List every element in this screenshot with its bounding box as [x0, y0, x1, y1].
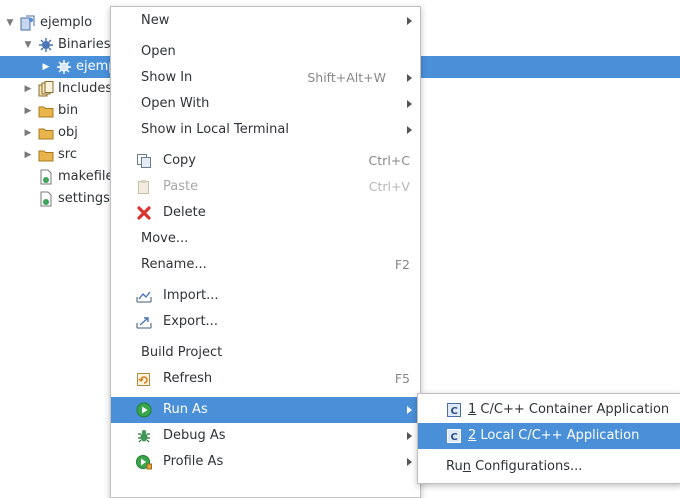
folder-icon: [38, 150, 54, 162]
chevron-right-icon: [407, 100, 412, 108]
menu-item-copy[interactable]: Copy Ctrl+C: [111, 148, 420, 174]
chevron-right-icon: [407, 74, 412, 82]
makefile-icon: [40, 191, 52, 207]
tree-item-label: ejemplo: [40, 15, 93, 30]
binaries-icon: [39, 38, 53, 52]
menu-item-show-in[interactable]: Show In Shift+Alt+W: [111, 65, 420, 91]
tree-item-label: bin: [58, 103, 79, 118]
menu-item-run-as[interactable]: Run As: [111, 397, 420, 423]
project-icon: [20, 15, 35, 31]
chevron-right-icon: [407, 17, 412, 25]
expand-right-icon[interactable]: ▶: [22, 100, 34, 122]
menu-item-open[interactable]: Open: [111, 39, 420, 65]
mnemonic-label: n: [462, 459, 471, 474]
import-icon: [136, 291, 152, 303]
chevron-right-icon: [407, 458, 412, 466]
menu-item-debug-as[interactable]: Debug As: [111, 423, 420, 449]
c-app-icon: C: [447, 429, 461, 443]
expand-right-icon[interactable]: ▶: [40, 56, 52, 78]
context-menu: New Open Show In Shift+Alt+W Open With S…: [110, 6, 421, 498]
refresh-icon: [137, 373, 150, 386]
expand-right-icon[interactable]: ▶: [22, 144, 34, 166]
menu-item-rename[interactable]: Rename... F2: [111, 252, 420, 278]
shortcut-label: Ctrl+C: [368, 153, 410, 168]
menu-item-build-project[interactable]: Build Project: [111, 340, 420, 366]
menu-item-delete[interactable]: Delete: [111, 200, 420, 226]
expand-right-icon[interactable]: ▶: [22, 78, 34, 100]
tree-item-label: Binaries: [58, 37, 111, 52]
export-icon: [136, 317, 152, 329]
submenu-item-run-configurations[interactable]: Run Configurations...: [418, 454, 680, 480]
executable-icon: [57, 60, 71, 74]
menu-item-new[interactable]: New: [111, 8, 420, 34]
menu-item-refresh[interactable]: Refresh F5: [111, 366, 420, 392]
debug-icon: [138, 430, 150, 443]
includes-icon: [38, 81, 54, 97]
svg-text:C: C: [451, 432, 458, 443]
submenu-item-label: Ru: [446, 459, 463, 474]
menu-item-show-in-local-terminal[interactable]: Show in Local Terminal: [111, 117, 420, 143]
shortcut-label: F2: [394, 257, 410, 272]
tree-item-label: Includes: [58, 81, 113, 96]
run-as-submenu: C 1 C/C++ Container Application C 2 Loca…: [417, 393, 680, 484]
chevron-right-icon: [407, 432, 412, 440]
submenu-item-label: Local C/C++ Application: [476, 428, 640, 443]
menu-item-open-with[interactable]: Open With: [111, 91, 420, 117]
tree-item-label: obj: [58, 125, 78, 140]
expand-right-icon[interactable]: ▶: [22, 122, 34, 144]
chevron-right-icon: [407, 126, 412, 134]
folder-icon: [38, 128, 54, 140]
menu-item-export[interactable]: Export...: [111, 309, 420, 335]
menu-item-move[interactable]: Move...: [111, 226, 420, 252]
shortcut-label: F5: [394, 371, 410, 386]
submenu-item-local-app[interactable]: C 2 Local C/C++ Application: [418, 423, 680, 449]
makefile-icon: [40, 169, 52, 185]
expand-down-icon[interactable]: ▼: [4, 12, 16, 34]
expand-down-icon[interactable]: ▼: [22, 34, 34, 56]
menu-item-paste[interactable]: Paste Ctrl+V: [111, 174, 420, 200]
c-app-icon: C: [447, 403, 461, 417]
folder-icon: [38, 106, 54, 118]
submenu-item-container-app[interactable]: C 1 C/C++ Container Application: [418, 397, 680, 423]
shortcut-label: Shift+Alt+W: [307, 70, 386, 85]
tree-item-label: src: [58, 147, 77, 162]
tree-item-label: makefile: [58, 169, 114, 184]
delete-icon: [137, 206, 151, 220]
menu-item-import[interactable]: Import...: [111, 283, 420, 309]
menu-item-profile-as[interactable]: Profile As: [111, 449, 420, 475]
submenu-item-label: Configurations...: [470, 459, 583, 474]
copy-icon: [137, 154, 151, 168]
submenu-item-label: C/C++ Container Application: [476, 402, 670, 417]
svg-text:C: C: [451, 406, 458, 417]
paste-icon: [138, 180, 149, 194]
profile-icon: [136, 455, 152, 470]
run-icon: [136, 402, 152, 418]
shortcut-label: Ctrl+V: [368, 179, 410, 194]
chevron-right-icon: [407, 406, 412, 414]
